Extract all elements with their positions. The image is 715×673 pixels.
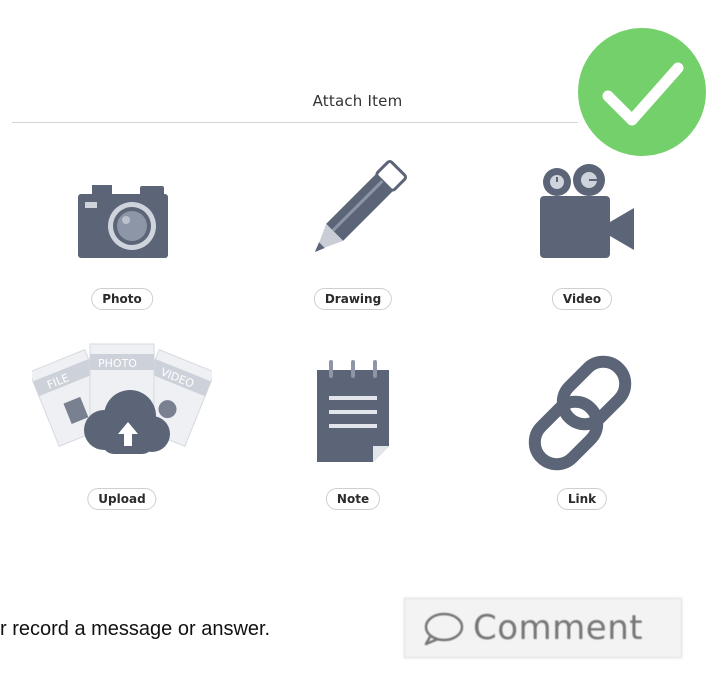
speech-bubble-icon bbox=[424, 612, 464, 646]
attach-photo-option[interactable]: Photo bbox=[42, 150, 202, 320]
comment-button-label: Comment bbox=[473, 608, 644, 648]
photo-label: Photo bbox=[91, 288, 153, 310]
video-label: Video bbox=[551, 288, 613, 310]
attach-note-option[interactable]: Note bbox=[273, 350, 433, 520]
notepad-icon bbox=[317, 360, 389, 462]
video-camera-icon bbox=[540, 164, 634, 258]
comment-button[interactable]: Comment bbox=[404, 598, 682, 658]
checkmark-icon bbox=[602, 62, 684, 126]
pencil-icon bbox=[314, 160, 407, 253]
photo-card-label: PHOTO bbox=[98, 357, 137, 370]
link-label: Link bbox=[556, 488, 608, 510]
attach-video-option[interactable]: Video bbox=[502, 150, 662, 320]
instruction-text: r record a message or answer. bbox=[0, 618, 271, 640]
attach-link-option[interactable]: Link bbox=[502, 350, 662, 520]
drawing-label: Drawing bbox=[313, 288, 393, 310]
checkmark-badge bbox=[578, 28, 706, 156]
attach-drawing-option[interactable]: Drawing bbox=[273, 150, 433, 320]
camera-icon bbox=[78, 185, 168, 258]
attach-upload-option[interactable]: FILE VIDEO PHOTO Upload bbox=[32, 343, 212, 520]
note-label: Note bbox=[325, 488, 381, 510]
chain-link-icon bbox=[528, 355, 632, 471]
upload-label: Upload bbox=[87, 488, 157, 510]
header-divider bbox=[12, 122, 578, 123]
upload-cloud-icon: FILE VIDEO PHOTO bbox=[32, 343, 212, 454]
